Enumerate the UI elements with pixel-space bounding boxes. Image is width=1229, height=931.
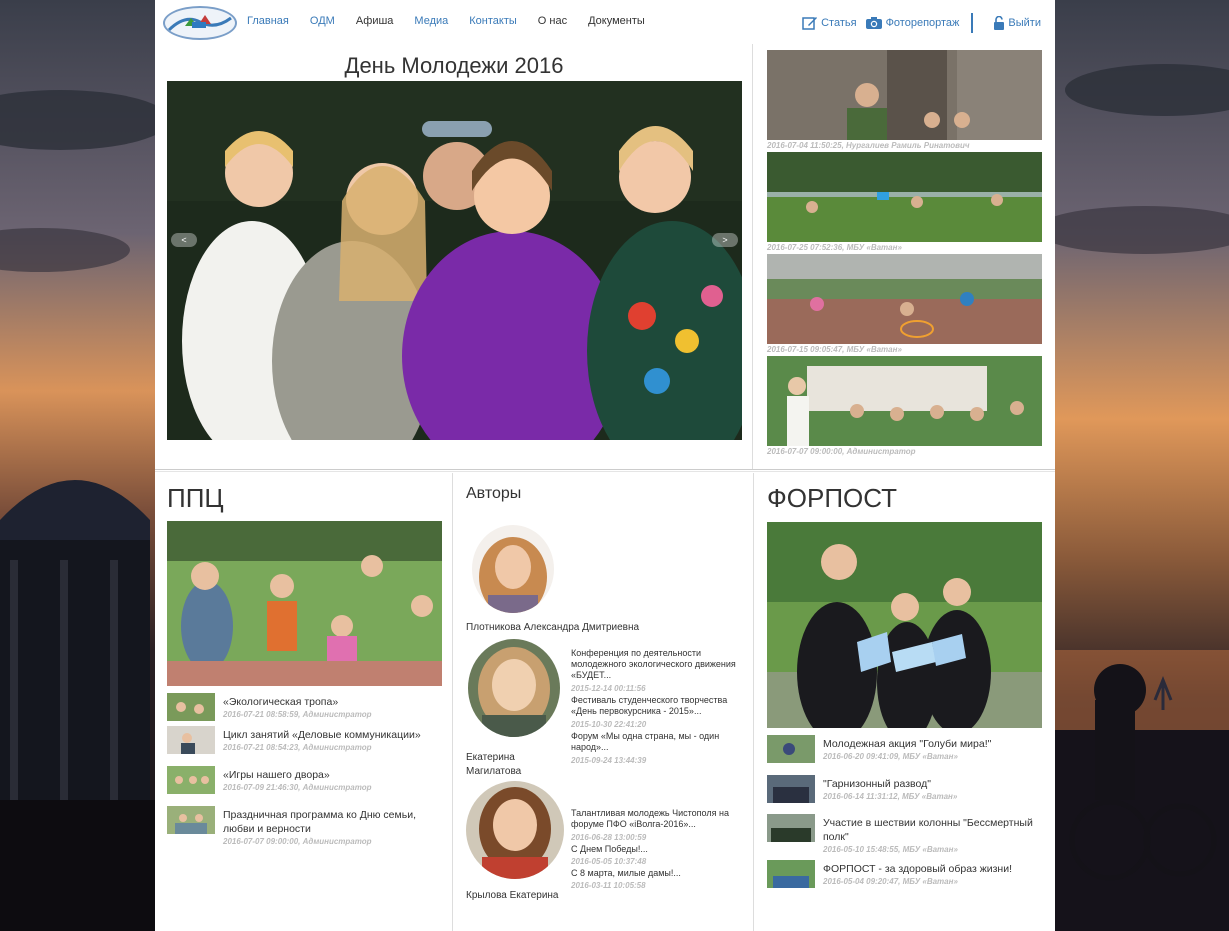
photo-report-button[interactable]: Фоторепортаж [865,16,960,30]
nav-contacts[interactable]: Контакты [469,15,517,27]
thumbnail-caption: 2016-07-15 09:05:47, МБУ «Ватан» [767,345,902,354]
logout-button[interactable]: Выйти [993,16,1041,30]
author-avatar[interactable] [466,781,564,879]
slider-title: День Молодежи 2016 [344,53,564,78]
news-title[interactable]: Молодежная акция "Голуби мира!" [823,737,1043,751]
author-avatar[interactable] [472,525,554,613]
thumbnail-4[interactable] [767,356,1042,446]
author-article[interactable]: Талантливая молодежь Чистополя на форуме… [571,808,739,830]
nav-documents[interactable]: Документы [588,15,645,27]
nav-about[interactable]: О нас [538,15,567,27]
camera-icon [865,17,882,29]
author-name[interactable]: Плотникова Александра Дмитриевна [466,621,736,635]
author-avatar[interactable] [468,639,560,737]
slider-image[interactable]: < > [167,81,742,440]
thumbnail-2[interactable] [767,152,1042,242]
divider [971,13,974,33]
author-article[interactable]: С 8 марта, милые дамы!... [571,868,739,879]
news-thumbnail[interactable] [167,806,215,834]
news-title[interactable]: Праздничная программа ко Дню семьи, любв… [223,808,443,836]
thumbnail-caption: 2016-07-25 07:52:36, МБУ «Ватан» [767,243,902,252]
news-thumbnail[interactable] [167,693,215,721]
news-date: 2016-05-10 15:48:55, МБУ «Ватан» [823,845,958,854]
slider-next-button[interactable]: > [712,233,738,247]
news-title[interactable]: «Экологическая тропа» [223,695,443,709]
news-date: 2016-07-09 21:46:30, Администратор [223,783,372,792]
article-button[interactable]: Статья [802,16,857,30]
authors-section: Авторы Плотникова Александра Дмитриевна … [454,473,754,931]
section-divider [155,469,1055,470]
section-divider [155,471,1055,472]
main-page: Главная ОДМ Афиша Медиа Контакты О нас Д… [155,0,1055,931]
author-article-date: 2016-06-28 13:00:59 [571,833,647,842]
author-article[interactable]: Форум «Мы одна страна, мы - один народ».… [571,731,739,753]
news-thumbnail[interactable] [767,775,815,803]
nav-odm[interactable]: ОДМ [310,15,335,27]
author-article[interactable]: Фестиваль студенческого творчества «День… [571,695,739,717]
forpost-main-image[interactable] [767,522,1042,728]
news-title[interactable]: «Игры нашего двора» [223,768,443,782]
news-date: 2016-07-21 08:58:59, Администратор [223,710,372,719]
news-thumbnail[interactable] [767,735,815,763]
slider-prev-button[interactable]: < [171,233,197,247]
ppc-news-list: «Экологическая тропа» 2016-07-21 08:58:5… [167,693,447,853]
edit-icon [802,17,818,30]
thumbnail-caption: 2016-07-04 11:50:25, Нургалиев Рамиль Ри… [767,141,970,150]
site-logo[interactable] [163,6,237,40]
news-date: 2016-05-04 09:20:47, МБУ «Ватан» [823,877,958,886]
thumbnail-caption: 2016-07-07 09:00:00, Администратор [767,447,916,456]
user-actions: Статья Фоторепортаж Выйти [794,13,1041,33]
news-thumbnail[interactable] [167,726,215,754]
photo-thumbnails: 2016-07-04 11:50:25, Нургалиев Рамиль Ри… [755,44,1055,470]
background-scene-left [0,0,170,931]
ppc-main-image[interactable] [167,521,442,686]
authors-title: Авторы [466,485,522,502]
news-thumbnail[interactable] [167,766,215,794]
author-name[interactable]: Екатерина Магилатова [466,751,566,779]
nav-afisha[interactable]: Афиша [356,15,394,27]
news-date: 2016-06-20 09:41:09, МБУ «Ватан» [823,752,958,761]
forpost-news-list: Молодежная акция "Голуби мира!" 2016-06-… [767,735,1047,905]
featured-slider: День Молодежи 2016 < > [155,44,753,470]
author-article-date: 2016-05-05 10:37:48 [571,857,647,866]
article-label: Статья [821,17,857,29]
forpost-title: ФОРПОСТ [767,483,898,513]
news-title[interactable]: Цикл занятий «Деловые коммуникации» [223,728,443,742]
top-navigation-bar: Главная ОДМ Афиша Медиа Контакты О нас Д… [155,0,1055,44]
nav-home[interactable]: Главная [247,15,289,27]
logout-label: Выйти [1008,17,1041,29]
news-date: 2016-07-21 08:54:23, Администратор [223,743,372,752]
news-title[interactable]: "Гарнизонный развод" [823,777,1043,791]
author-article-date: 2015-10-30 22:41:20 [571,720,647,729]
author-article[interactable]: Конференция по деятельности молодежного … [571,648,739,681]
background-scene-right [1035,0,1229,931]
ppc-section: ППЦ «Экологическая тропа» 2016-07-21 08:… [155,473,453,931]
thumbnail-1[interactable] [767,50,1042,140]
nav-media[interactable]: Медиа [414,15,448,27]
thumbnail-3[interactable] [767,254,1042,344]
unlock-icon [994,16,1005,30]
author-article-date: 2016-03-11 10:05:58 [571,881,646,890]
news-date: 2016-07-07 09:00:00, Администратор [223,837,372,846]
ppc-title: ППЦ [167,483,224,513]
news-title[interactable]: ФОРПОСТ - за здоровый образ жизни! [823,862,1043,876]
news-thumbnail[interactable] [767,860,815,888]
news-thumbnail[interactable] [767,814,815,842]
news-title[interactable]: Участие в шествии колонны "Бессмертный п… [823,816,1043,844]
author-article-date: 2015-12-14 00:11:56 [571,684,646,693]
forpost-section: ФОРПОСТ Молодежная акция "Голуби мира!" … [755,473,1055,931]
author-article-date: 2015-09-24 13:44:39 [571,756,647,765]
author-name[interactable]: Крылова Екатерина [466,889,566,903]
main-menu: Главная ОДМ Афиша Медиа Контакты О нас Д… [247,15,666,27]
photo-report-label: Фоторепортаж [885,17,960,29]
news-date: 2016-06-14 11:31:12, МБУ «Ватан» [823,792,958,801]
author-article[interactable]: С Днем Победы!... [571,844,739,855]
